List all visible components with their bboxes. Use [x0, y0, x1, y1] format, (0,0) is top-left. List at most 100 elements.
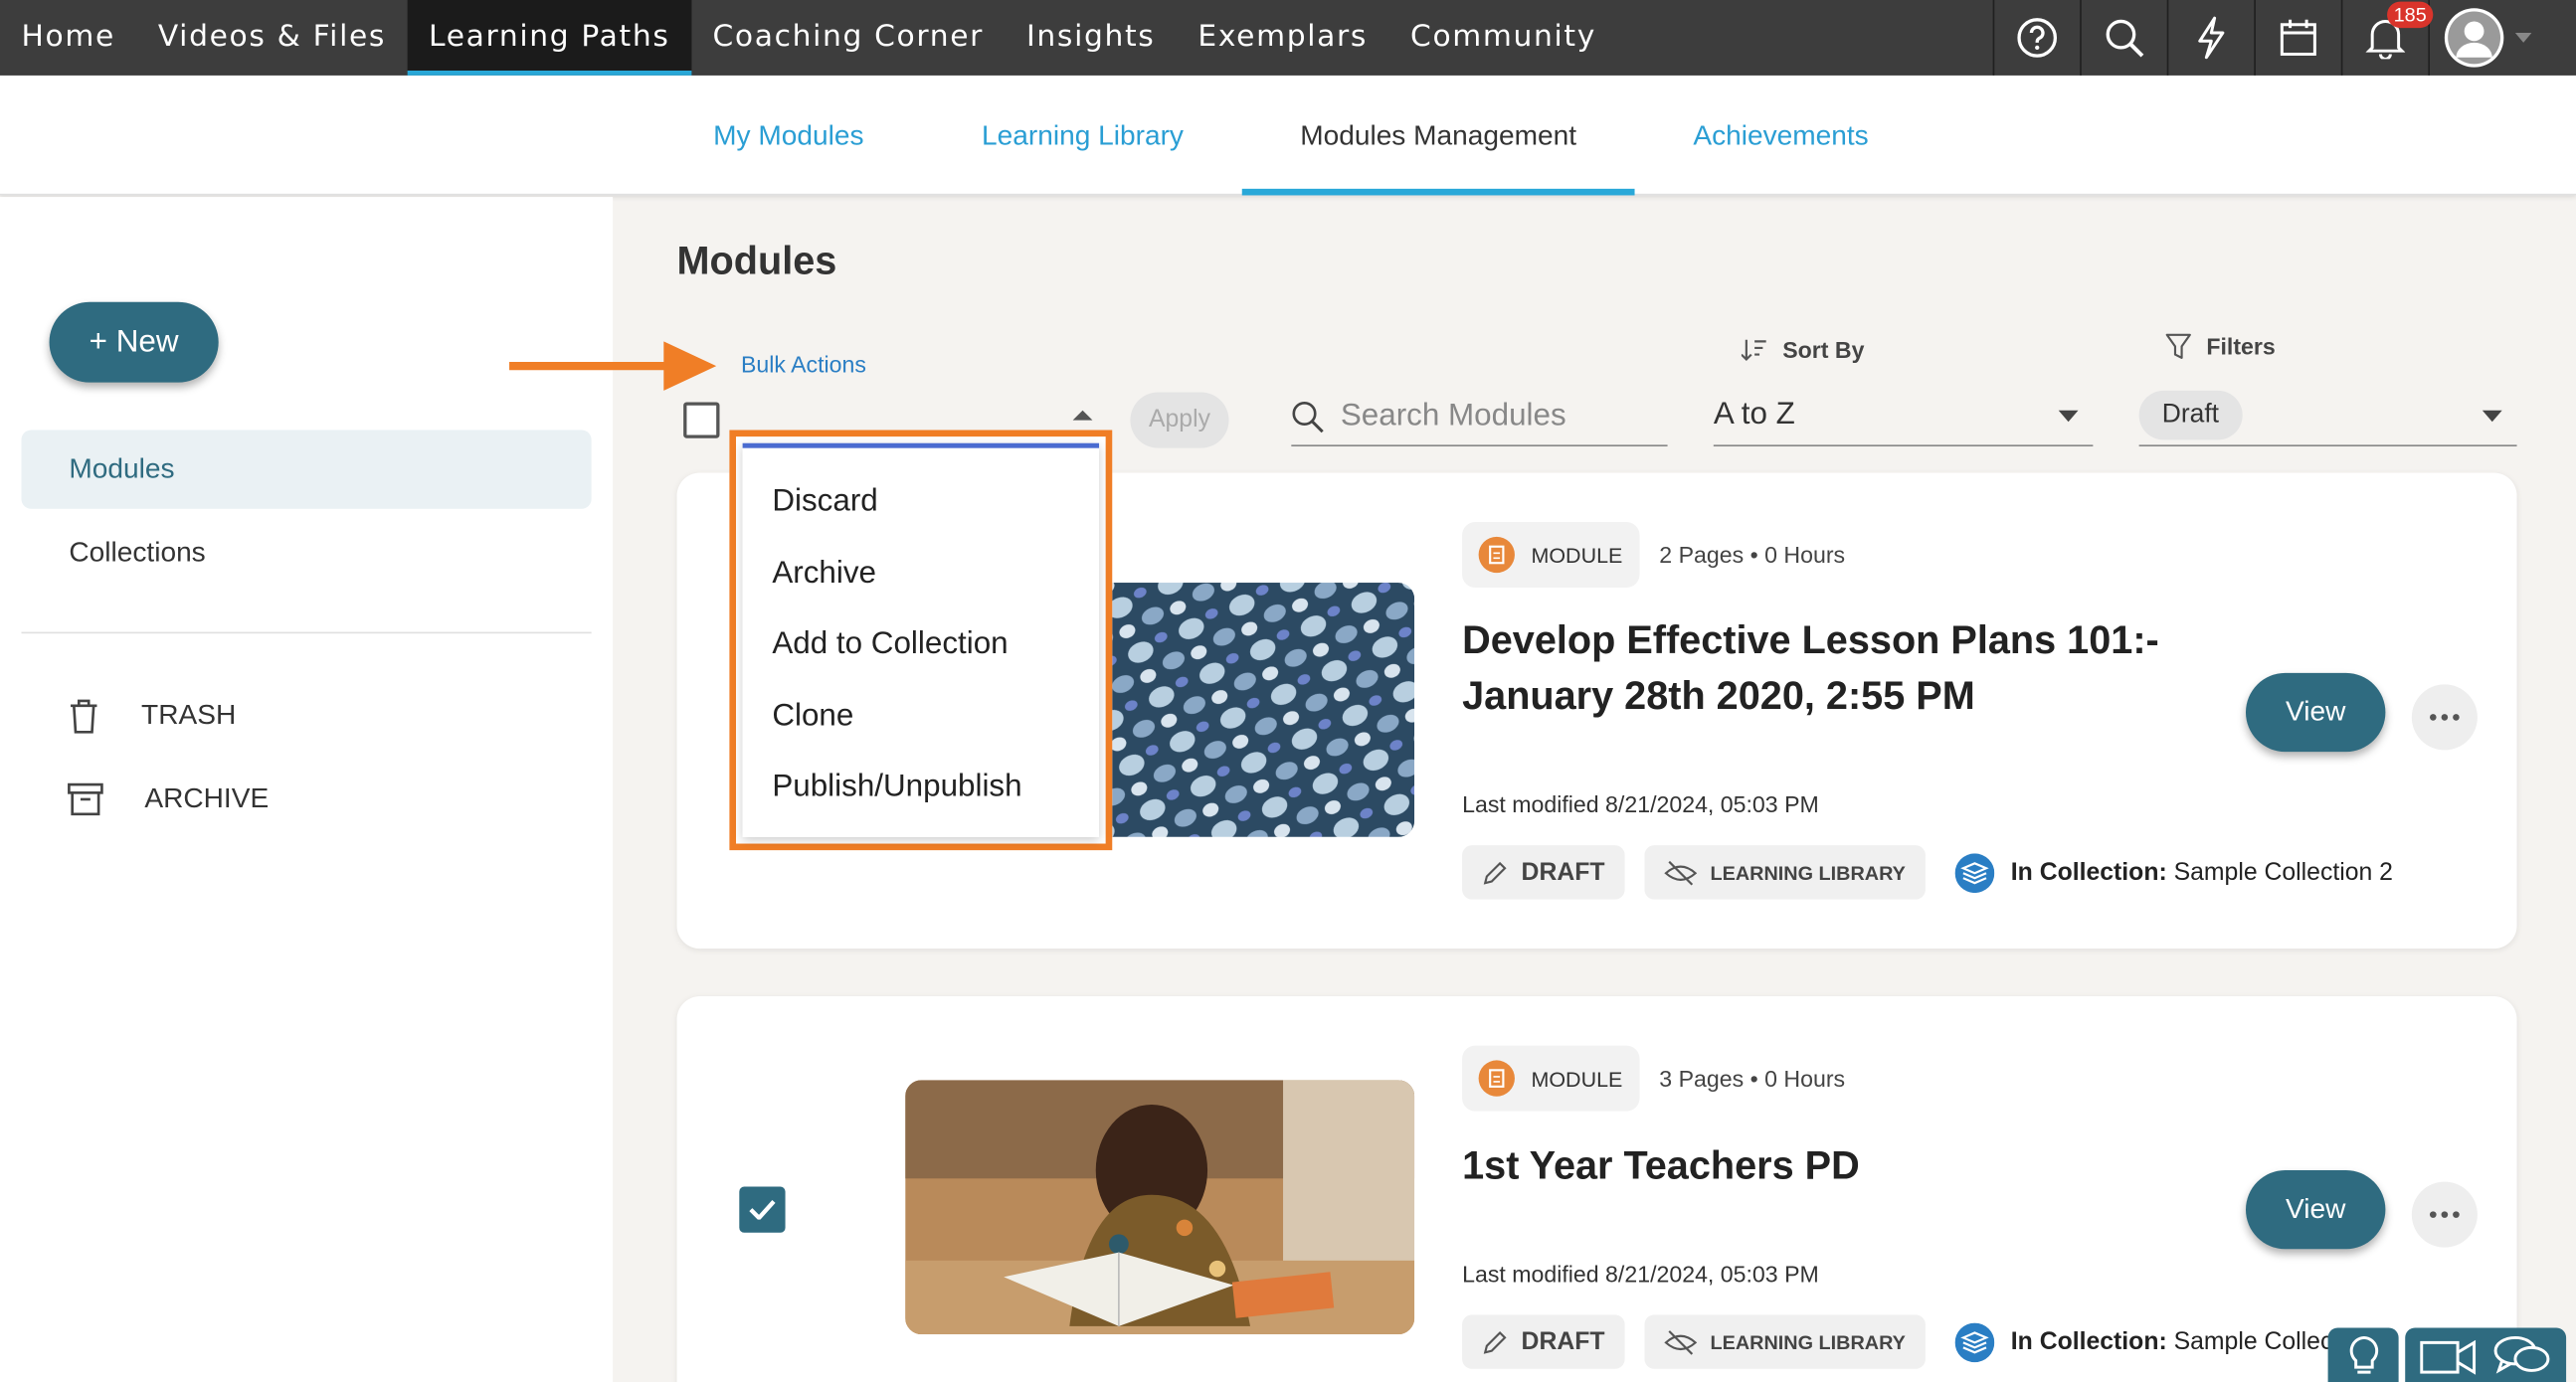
visibility-badge: LEARNING LIBRARY: [1644, 845, 1926, 900]
sidebar-item-modules[interactable]: Modules: [21, 430, 592, 509]
bulk-actions-dropdown: Discard Archive Add to Collection Clone …: [729, 430, 1113, 851]
bulk-actions-label: Bulk Actions: [740, 351, 866, 378]
visibility-text: LEARNING LIBRARY: [1710, 860, 1906, 884]
app: Home Videos & Files Learning Paths Coach…: [0, 0, 2576, 1382]
document-icon: [1478, 1060, 1515, 1097]
lightbulb-icon[interactable]: [2327, 1327, 2399, 1382]
status-text: DRAFT: [1521, 858, 1605, 887]
tab-learning-library[interactable]: Learning Library: [958, 76, 1207, 196]
help-icon[interactable]: [1992, 0, 2081, 76]
top-nav: Home Videos & Files Learning Paths Coach…: [0, 0, 2576, 76]
last-modified: Last modified 8/21/2024, 05:03 PM: [1462, 1260, 1819, 1288]
calendar-icon[interactable]: [2254, 0, 2341, 76]
type-label: MODULE: [1531, 1066, 1623, 1091]
avatar[interactable]: [2428, 0, 2576, 76]
module-title[interactable]: Develop Effective Lesson Plans 101:- Jan…: [1462, 613, 2185, 725]
sidebar-item-archive[interactable]: ARCHIVE: [66, 775, 269, 824]
nav-community[interactable]: Community: [1389, 0, 1618, 76]
video-icon: [2420, 1338, 2477, 1374]
archive-icon: [68, 782, 103, 816]
sidebar-divider: [21, 631, 592, 634]
card-checkbox[interactable]: [739, 1186, 786, 1233]
new-button[interactable]: + New: [49, 301, 219, 383]
sort-select[interactable]: A to Z: [1713, 388, 2094, 447]
sidebar-item-label: TRASH: [141, 699, 237, 731]
sort-icon: [1741, 339, 1766, 362]
nav-coaching-corner[interactable]: Coaching Corner: [691, 0, 1006, 76]
bell-icon[interactable]: 185: [2340, 0, 2434, 76]
module-meta: 2 Pages • 0 Hours: [1659, 541, 1846, 569]
sidebar-item-trash[interactable]: TRASH: [66, 691, 236, 741]
notification-badge: 185: [2387, 1, 2434, 29]
collection-value[interactable]: Sample Collect: [2174, 1328, 2340, 1356]
filter-chip-draft[interactable]: Draft: [2138, 390, 2243, 440]
apply-button[interactable]: Apply: [1130, 392, 1229, 448]
pencil-icon: [1483, 860, 1507, 884]
sidebar-item-label: ARCHIVE: [144, 782, 270, 814]
sort-by-text: Sort By: [1782, 336, 1865, 363]
checkmark-icon: [749, 1199, 776, 1220]
sort-value: A to Z: [1713, 397, 1795, 432]
filter-select[interactable]: Draft: [2138, 388, 2517, 447]
nav-exemplars[interactable]: Exemplars: [1177, 0, 1389, 76]
menu-item-publish-unpublish[interactable]: Publish/Unpublish: [743, 753, 1099, 824]
module-title[interactable]: 1st Year Teachers PD: [1462, 1139, 2185, 1195]
nav-learning-paths[interactable]: Learning Paths: [407, 0, 691, 76]
menu-item-archive[interactable]: Archive: [743, 538, 1099, 609]
collection-value[interactable]: Sample Collection 2: [2174, 858, 2393, 886]
status-text: DRAFT: [1521, 1327, 1605, 1356]
document-icon: [1478, 536, 1515, 574]
search-icon[interactable]: [2080, 0, 2167, 76]
view-button[interactable]: View: [2245, 1170, 2386, 1250]
page-title: Modules: [676, 240, 837, 284]
filters-label: Filters: [2165, 333, 2276, 360]
sort-by-label: Sort By: [1741, 336, 1865, 363]
collection-info: In Collection: Sample Collection 2: [1954, 845, 2393, 899]
filters-text: Filters: [2206, 333, 2276, 360]
sidebar-item-collections[interactable]: Collections: [21, 514, 591, 593]
nav-utilities: 185: [1992, 0, 2576, 76]
status-badge: DRAFT: [1462, 845, 1625, 900]
collection-label: In Collection:: [2010, 1327, 2167, 1356]
select-all-checkbox[interactable]: [683, 402, 720, 438]
tab-modules-management[interactable]: Modules Management: [1241, 76, 1635, 196]
collection-icon: [1954, 852, 1995, 893]
search-box: [1291, 388, 1668, 447]
search-input[interactable]: [1340, 398, 1653, 434]
menu-item-add-to-collection[interactable]: Add to Collection: [743, 609, 1099, 681]
tab-my-modules[interactable]: My Modules: [686, 76, 890, 196]
trash-icon: [71, 699, 97, 734]
sub-nav: My Modules Learning Library Modules Mana…: [0, 75, 2576, 196]
search-icon: [1292, 401, 1324, 432]
view-button[interactable]: View: [2245, 672, 2386, 753]
chevron-down-icon: [2058, 410, 2079, 423]
nav-insights[interactable]: Insights: [1006, 0, 1177, 76]
menu-item-clone[interactable]: Clone: [743, 681, 1099, 753]
status-badge: DRAFT: [1462, 1314, 1625, 1369]
arrow-annotation-icon: [509, 341, 717, 391]
type-label: MODULE: [1531, 542, 1623, 568]
module-meta: 3 Pages • 0 Hours: [1659, 1065, 1846, 1092]
pencil-icon: [1483, 1330, 1507, 1353]
video-chat-widget[interactable]: [2405, 1327, 2567, 1382]
module-card[interactable]: MODULE 3 Pages • 0 Hours 1st Year Teache…: [676, 996, 2517, 1382]
visibility-badge: LEARNING LIBRARY: [1644, 1314, 1926, 1369]
eye-slash-icon: [1664, 860, 1698, 885]
menu-item-discard[interactable]: Discard: [743, 466, 1099, 538]
filter-icon: [2165, 333, 2191, 359]
collection-info: In Collection: Sample Collect: [1954, 1314, 2340, 1368]
visibility-text: LEARNING LIBRARY: [1710, 1329, 1906, 1354]
tab-achievements[interactable]: Achievements: [1666, 76, 1896, 196]
more-options-icon[interactable]: [2411, 1181, 2478, 1248]
eye-slash-icon: [1664, 1329, 1698, 1354]
collection-label: In Collection:: [2010, 858, 2167, 887]
lightning-icon[interactable]: [2166, 0, 2255, 76]
module-thumbnail: [905, 1080, 1415, 1335]
nav-videos-files[interactable]: Videos & Files: [136, 0, 407, 76]
type-pill: MODULE: [1462, 521, 1639, 588]
bulk-actions-caret-icon[interactable]: [1072, 410, 1093, 421]
more-options-icon[interactable]: [2411, 684, 2478, 751]
chevron-down-icon: [2514, 33, 2532, 43]
nav-home[interactable]: Home: [0, 0, 136, 76]
chevron-down-icon: [2482, 410, 2502, 423]
